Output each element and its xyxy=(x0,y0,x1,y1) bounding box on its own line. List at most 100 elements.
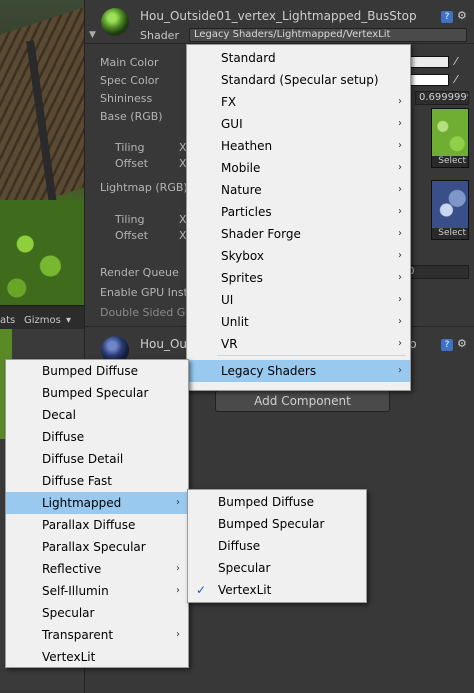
menu-item-label: Heathen xyxy=(221,139,273,153)
help-icon[interactable]: ? xyxy=(441,339,453,351)
menu-item-label: Parallax Diffuse xyxy=(42,518,136,532)
menu-item-self-illumin[interactable]: Self-Illumin › xyxy=(6,580,188,602)
menu-item-nature[interactable]: Nature › xyxy=(187,179,410,201)
menu-item-transparent[interactable]: Transparent › xyxy=(6,624,188,646)
select-button[interactable]: Select xyxy=(432,156,468,167)
menu-item-parallax-specular[interactable]: Parallax Specular xyxy=(6,536,188,558)
main-color-label: Main Color xyxy=(100,56,159,69)
chevron-right-icon: › xyxy=(398,250,402,261)
chevron-right-icon: › xyxy=(398,184,402,195)
menu-item-unlit[interactable]: Unlit › xyxy=(187,311,410,333)
menu-item-specular[interactable]: Specular xyxy=(6,602,188,624)
chevron-right-icon: › xyxy=(398,228,402,239)
menu-item-label: Bumped Diffuse xyxy=(218,495,315,509)
base-rgb-label: Base (RGB) xyxy=(100,110,163,123)
menu-item-label: Diffuse Fast xyxy=(42,474,113,488)
menu-item-label: Nature xyxy=(221,183,262,197)
menu-item-vertexlit[interactable]: ✓ VertexLit xyxy=(188,579,366,601)
header-icons: ? ⚙ xyxy=(437,337,469,351)
tiling-label: Tiling xyxy=(115,213,145,226)
menu-item-vr[interactable]: VR › xyxy=(187,333,410,355)
menu-item-heathen[interactable]: Heathen › xyxy=(187,135,410,157)
menu-item-label: Diffuse xyxy=(42,430,85,444)
shininess-field[interactable]: 0.6999999 xyxy=(415,91,469,105)
chevron-right-icon: › xyxy=(398,96,402,107)
menu-item-label: Skybox xyxy=(221,249,264,263)
scene-view[interactable] xyxy=(0,0,84,305)
lightmap-label: Lightmap (RGB) xyxy=(100,181,188,194)
menu-item-diffuse[interactable]: Diffuse xyxy=(188,535,366,557)
gizmos-button[interactable]: Gizmos xyxy=(24,315,61,326)
legacy-shaders-submenu: Bumped Diffuse Bumped Specular Decal Diffus… xyxy=(5,359,189,668)
menu-item-diffuse[interactable]: Diffuse xyxy=(6,426,188,448)
shininess-label: Shininess xyxy=(100,92,153,105)
render-queue-label: Render Queue xyxy=(100,266,179,279)
menu-item-label: Bumped Specular xyxy=(218,517,325,531)
scene-grass xyxy=(0,200,84,305)
menu-item-bumped-diffuse[interactable]: Bumped Diffuse xyxy=(6,360,188,382)
gear-icon[interactable]: ⚙ xyxy=(457,9,469,22)
chevron-down-icon[interactable]: ▾ xyxy=(66,315,71,326)
menu-item-fx[interactable]: FX › xyxy=(187,91,410,113)
material-title: Hou_Outside01_vertex_Lightmapped_BusStop xyxy=(140,9,417,23)
menu-item-mobile[interactable]: Mobile › xyxy=(187,157,410,179)
menu-item-standard-specular-setup[interactable]: Standard (Specular setup) xyxy=(187,69,410,91)
menu-item-specular[interactable]: Specular xyxy=(188,557,366,579)
chevron-right-icon: › xyxy=(398,365,402,376)
eyedropper-icon[interactable]: ⁄ xyxy=(455,73,457,86)
lightmap-texture-slot[interactable]: Select xyxy=(431,180,469,240)
menu-item-gui[interactable]: GUI › xyxy=(187,113,410,135)
gear-icon[interactable]: ⚙ xyxy=(457,337,469,350)
chevron-right-icon: › xyxy=(176,629,180,640)
menu-item-label: Bumped Specular xyxy=(42,386,149,400)
menu-item-particles[interactable]: Particles › xyxy=(187,201,410,223)
chevron-right-icon: › xyxy=(398,272,402,283)
menu-item-sprites[interactable]: Sprites › xyxy=(187,267,410,289)
menu-separator xyxy=(217,355,406,356)
chevron-right-icon: › xyxy=(398,140,402,151)
menu-item-diffuse-fast[interactable]: Diffuse Fast xyxy=(6,470,188,492)
material-header: Hou_Outside01_vertex_Lightmapped_BusStop… xyxy=(85,0,474,44)
menu-item-label: Lightmapped xyxy=(42,496,122,510)
menu-item-bumped-specular[interactable]: Bumped Specular xyxy=(188,513,366,535)
material-preview-icon xyxy=(101,8,129,36)
eyedropper-icon[interactable]: ⁄ xyxy=(455,55,457,68)
menu-item-parallax-diffuse[interactable]: Parallax Diffuse xyxy=(6,514,188,536)
menu-item-legacy-shaders[interactable]: Legacy Shaders › xyxy=(187,360,410,382)
offset-label: Offset xyxy=(115,157,149,170)
menu-item-reflective[interactable]: Reflective › xyxy=(6,558,188,580)
menu-item-shader-forge[interactable]: Shader Forge › xyxy=(187,223,410,245)
menu-item-decal[interactable]: Decal xyxy=(6,404,188,426)
menu-item-bumped-specular[interactable]: Bumped Specular xyxy=(6,382,188,404)
menu-item-skybox[interactable]: Skybox › xyxy=(187,245,410,267)
menu-item-label: Standard xyxy=(221,51,276,65)
menu-item-label: FX xyxy=(221,95,237,109)
menu-item-lightmapped[interactable]: Lightmapped › xyxy=(6,492,188,514)
menu-item-bumped-diffuse[interactable]: Bumped Diffuse xyxy=(188,491,366,513)
base-texture-slot[interactable]: Select xyxy=(431,108,469,168)
menu-item-label: GUI xyxy=(221,117,243,131)
scene-toolbar-left-label[interactable]: ats xyxy=(0,315,15,326)
menu-item-label: Standard (Specular setup) xyxy=(221,73,379,87)
chevron-right-icon: › xyxy=(176,585,180,596)
chevron-right-icon: › xyxy=(398,206,402,217)
shader-menu: Standard Standard (Specular setup) FX › GUI ›… xyxy=(186,44,411,391)
menu-item-label: VertexLit xyxy=(42,650,96,664)
checkmark-icon: ✓ xyxy=(196,583,207,597)
shader-dropdown[interactable]: Legacy Shaders/Lightmapped/VertexLit xyxy=(189,28,467,42)
menu-item-label: Diffuse xyxy=(218,539,261,553)
menu-item-vertexlit[interactable]: VertexLit xyxy=(6,646,188,668)
header-icons: ? ⚙ xyxy=(437,9,469,23)
menu-item-diffuse-detail[interactable]: Diffuse Detail xyxy=(6,448,188,470)
menu-item-standard[interactable]: Standard xyxy=(187,47,410,69)
menu-item-label: Bumped Diffuse xyxy=(42,364,139,378)
menu-item-label: Self-Illumin xyxy=(42,584,109,598)
select-button[interactable]: Select xyxy=(432,228,468,239)
menu-item-label: Unlit xyxy=(221,315,249,329)
help-icon[interactable]: ? xyxy=(441,11,453,23)
chevron-right-icon: › xyxy=(398,316,402,327)
add-component-button[interactable]: Add Component xyxy=(215,390,390,412)
menu-item-ui[interactable]: UI › xyxy=(187,289,410,311)
collapse-arrow-icon[interactable]: ▼ xyxy=(89,30,96,40)
chevron-right-icon: › xyxy=(176,563,180,574)
